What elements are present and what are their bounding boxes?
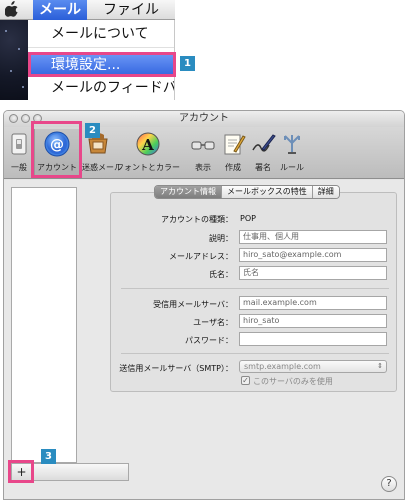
description-label: 説明： bbox=[209, 234, 233, 243]
name-label: 氏名： bbox=[209, 270, 233, 279]
email-field[interactable]: hiro_sato@example.com bbox=[239, 248, 387, 262]
smtp-server-value: smtp.example.com bbox=[244, 362, 321, 371]
compose-icon bbox=[220, 131, 246, 157]
apple-menu-icon[interactable] bbox=[4, 1, 19, 21]
smtp-only-label: このサーバのみを使用 bbox=[253, 377, 333, 386]
account-list[interactable] bbox=[11, 187, 77, 463]
smtp-server-select[interactable]: smtp.example.com ⇕ bbox=[239, 360, 387, 373]
toolbar-signatures-label: 署名 bbox=[255, 163, 271, 172]
tab-account-info[interactable]: アカウント情報 bbox=[155, 186, 222, 198]
signature-icon bbox=[250, 131, 276, 157]
toolbar-fonts-colors[interactable]: A フォントとカラー bbox=[116, 129, 180, 177]
account-info-panel: アカウントの種類： POP 説明： 仕事用、個人用 メールアドレス： hiro_… bbox=[110, 192, 397, 392]
toolbar-rules[interactable]: ルール bbox=[278, 129, 306, 177]
step-badge-3: 3 bbox=[41, 449, 56, 464]
glasses-icon bbox=[190, 131, 216, 157]
switch-icon bbox=[6, 131, 32, 157]
font-color-icon: A bbox=[135, 131, 161, 157]
account-tabs: アカウント情報 メールボックスの特性 詳細 bbox=[154, 185, 340, 199]
toolbar-signatures[interactable]: 署名 bbox=[250, 129, 276, 177]
toolbar-general[interactable]: 一般 bbox=[6, 129, 32, 177]
separator bbox=[121, 353, 389, 354]
toolbar-junk-mail-label: 迷惑メール bbox=[82, 163, 122, 172]
description-field[interactable]: 仕事用、個人用 bbox=[239, 230, 387, 244]
toolbar-viewing[interactable]: 表示 bbox=[190, 129, 216, 177]
username-field[interactable]: hiro_sato bbox=[239, 314, 387, 328]
window-title: アカウント bbox=[179, 113, 229, 124]
username-label: ユーザ名： bbox=[193, 318, 233, 327]
incoming-server-field[interactable]: mail.example.com bbox=[239, 296, 387, 310]
minimize-window-icon[interactable] bbox=[21, 114, 30, 123]
menu-item-about-mail[interactable]: メールについて bbox=[28, 23, 174, 45]
email-label: メールアドレス： bbox=[169, 252, 233, 261]
toolbar-rules-label: ルール bbox=[280, 163, 304, 172]
highlight-box-accounts bbox=[31, 121, 82, 178]
file-menu[interactable]: ファイル bbox=[97, 0, 165, 20]
preferences-content: + 3 アカウント情報 メールボックスの特性 詳細 アカウントの種類： POP … bbox=[4, 180, 404, 499]
toolbar-composing-label: 作成 bbox=[225, 163, 241, 172]
separator bbox=[121, 288, 389, 289]
help-button[interactable]: ? bbox=[381, 476, 397, 492]
highlight-box-add bbox=[8, 460, 34, 483]
tab-mailbox-behaviors[interactable]: メールボックスの特性 bbox=[222, 186, 313, 198]
toolbar-general-label: 一般 bbox=[11, 163, 27, 172]
smtp-label: 送信用メールサーバ（SMTP）： bbox=[119, 364, 233, 373]
password-label: パスワード： bbox=[185, 336, 233, 345]
tab-advanced[interactable]: 詳細 bbox=[312, 186, 339, 198]
step-badge-1: 1 bbox=[180, 56, 195, 71]
preferences-window: アカウント 一般 @ アカウント 迷惑メール A フォントとカラー 表示 作成 … bbox=[3, 110, 405, 500]
account-type-label: アカウントの種類： bbox=[161, 215, 233, 224]
incoming-server-label: 受信用メールサーバ： bbox=[153, 300, 233, 309]
menu-screenshot: メール ファイル メールについて 環境設定... メールのフィードバ 1 bbox=[0, 0, 405, 100]
toolbar-composing[interactable]: 作成 bbox=[220, 129, 246, 177]
toolbar-viewing-label: 表示 bbox=[195, 163, 211, 172]
rules-icon bbox=[279, 131, 305, 157]
svg-text:A: A bbox=[141, 136, 154, 154]
menu-separator bbox=[28, 47, 174, 48]
highlight-box-preferences bbox=[28, 52, 176, 77]
menu-item-feedback[interactable]: メールのフィードバ bbox=[28, 77, 174, 99]
toolbar-fonts-colors-label: フォントとカラー bbox=[116, 163, 180, 172]
account-type-value: POP bbox=[240, 214, 256, 223]
chevron-updown-icon: ⇕ bbox=[377, 362, 383, 370]
mail-menu[interactable]: メール bbox=[33, 0, 87, 20]
password-field[interactable] bbox=[239, 332, 387, 346]
menubar: メール ファイル bbox=[0, 0, 175, 20]
smtp-only-checkbox[interactable]: ✓ bbox=[241, 376, 250, 385]
close-window-icon[interactable] bbox=[9, 114, 18, 123]
name-field[interactable]: 氏名 bbox=[239, 266, 387, 280]
step-badge-2: 2 bbox=[85, 123, 100, 138]
